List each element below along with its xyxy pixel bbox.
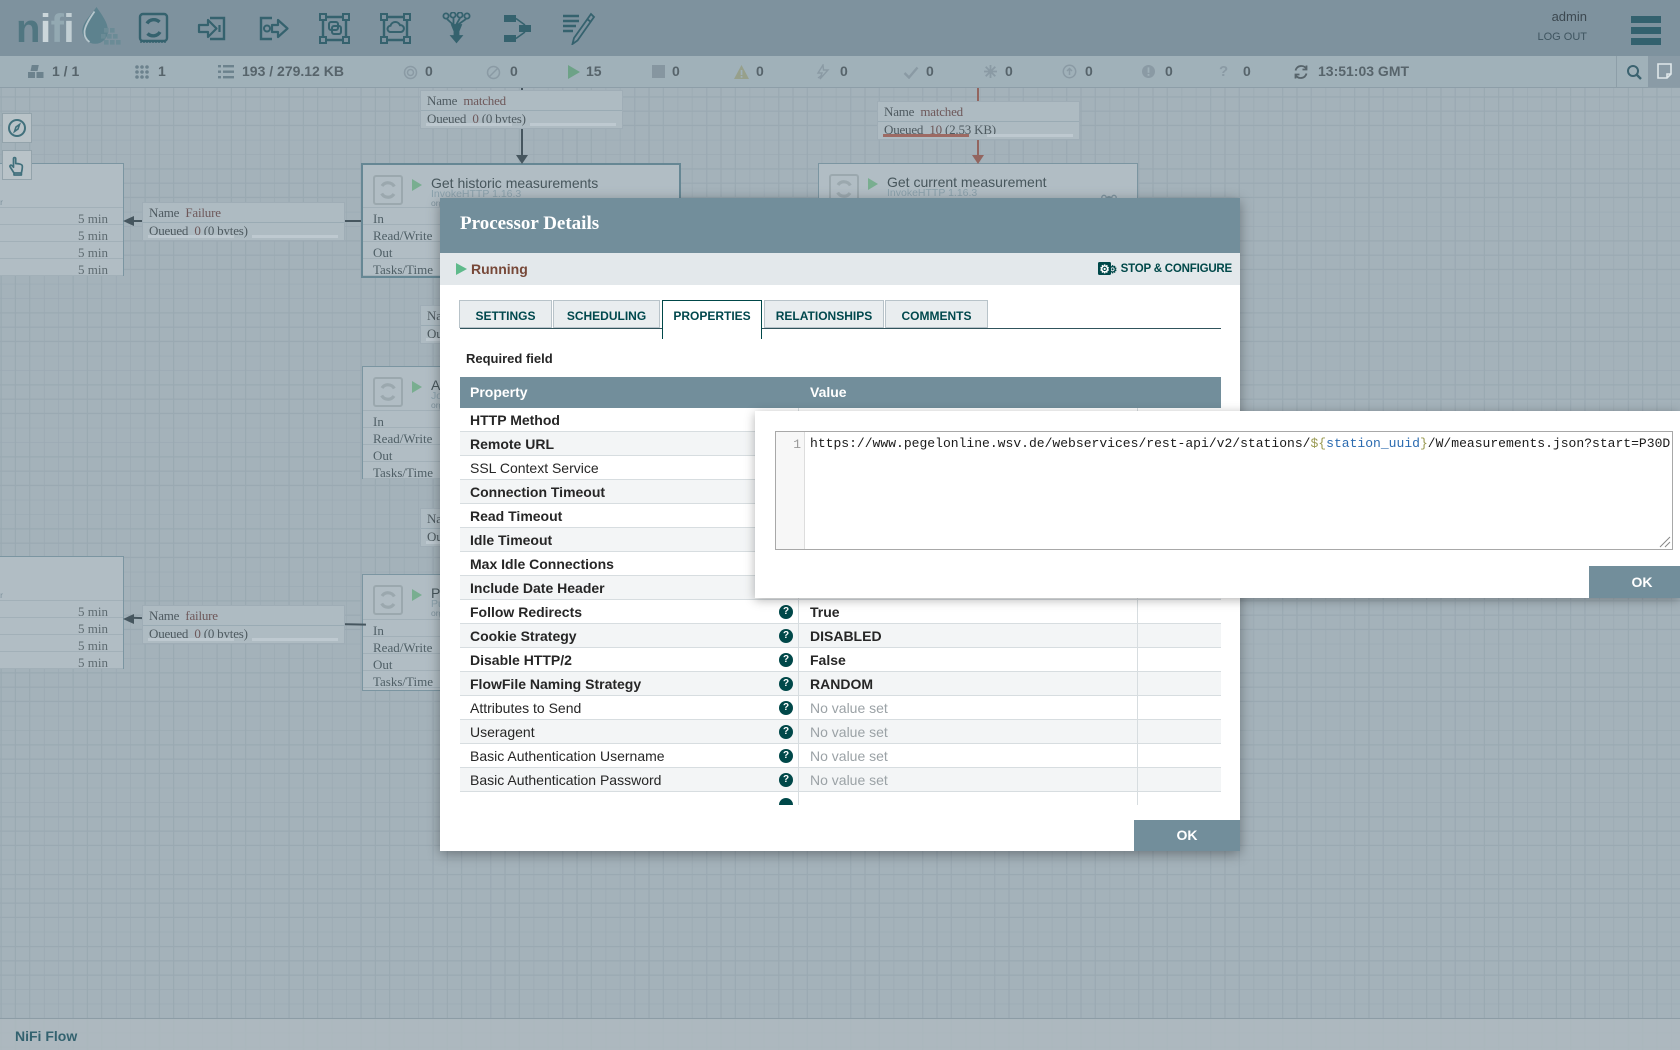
svg-text:⚙: ⚙ — [1108, 264, 1117, 276]
